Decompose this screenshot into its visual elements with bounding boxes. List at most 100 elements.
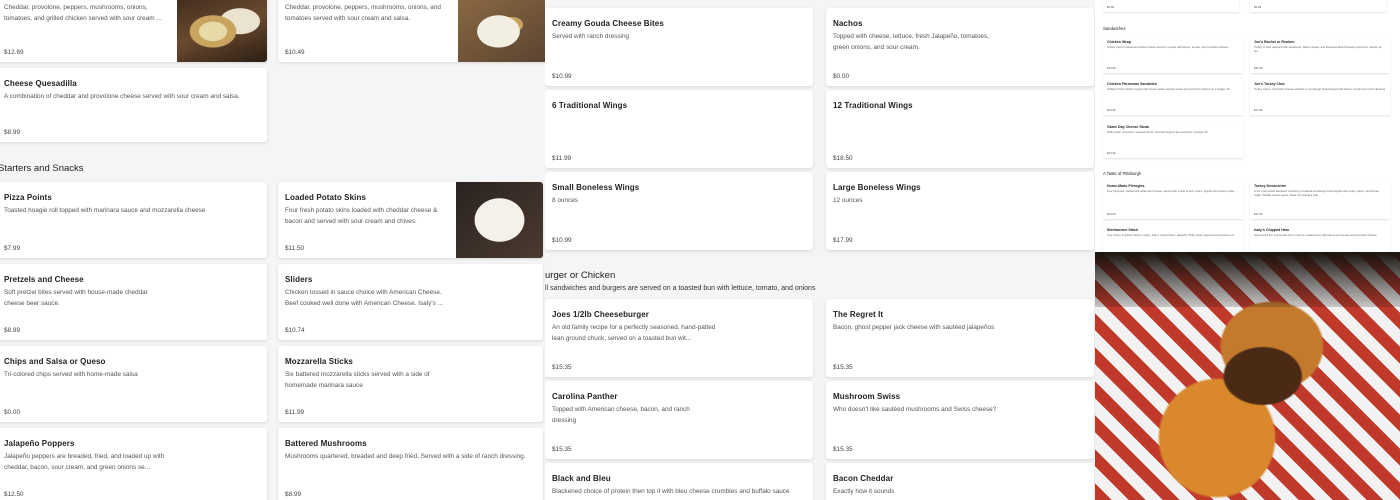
menu-item-card[interactable]: The Regret It Bacon, ghost pepper jack c… xyxy=(826,299,1094,377)
item-title: Small Boneless Wings xyxy=(552,183,640,192)
menu-item-card[interactable]: Creamy Gouda Cheese Bites Served with ra… xyxy=(545,8,813,86)
item-title: Joes 1/2lb Cheeseburger xyxy=(552,310,650,319)
item-photo xyxy=(177,0,267,62)
item-description: Grilled, fried or blackened chicken brea… xyxy=(1107,46,1231,49)
menu-item-card[interactable]: Joe's Turkey Club Turkey, bacon, and Swi… xyxy=(1250,78,1390,115)
item-title: Mushroom Swiss xyxy=(833,392,901,401)
item-title: Nachos xyxy=(833,19,863,28)
menu-item-card[interactable]: Pizza Points Toasted hoagie roll topped … xyxy=(0,182,267,258)
section-title: A Taste of Pittsburgh xyxy=(1103,171,1142,176)
item-title: Pretzels and Cheese xyxy=(4,275,84,284)
menu-item-card[interactable]: Battered Mushrooms Mushrooms quartered, … xyxy=(278,428,543,500)
menu-item-card[interactable]: Cheddar, provolone, peppers, mushrooms, … xyxy=(278,0,545,62)
section-title: Sandwiches xyxy=(1103,26,1126,31)
item-title: Joe's Turkey Club xyxy=(1254,82,1285,86)
item-price: $8.99 xyxy=(4,327,20,334)
menu-item-card[interactable]: Joe's Rachel or Reuben Turkey or beef pa… xyxy=(1250,36,1390,73)
menu-item-card[interactable]: Jalapeño Poppers Jalapeño peppers are br… xyxy=(0,428,267,500)
item-price: $15.35 xyxy=(552,364,572,371)
item-description: Six battered mozzarella sticks served wi… xyxy=(285,371,430,389)
menu-panel-right: $9.99 $9.99 Sandwiches Chicken Wrap Gril… xyxy=(1095,0,1400,500)
item-photo xyxy=(456,182,543,258)
item-price: $0.00 xyxy=(4,409,20,416)
menu-item-card[interactable]: Mushroom Swiss Who doesn't like sautéed … xyxy=(826,381,1094,459)
item-price: $10.99 xyxy=(552,237,572,244)
menu-item-card[interactable]: $9.99 xyxy=(1250,0,1386,12)
item-description: Philly steak, provolone, sautéed onions,… xyxy=(1107,131,1208,134)
menu-item-card[interactable]: Cheese Quesadilla A combination of chedd… xyxy=(0,68,267,142)
menu-item-card[interactable]: Carolina Panther Topped with American ch… xyxy=(545,381,813,459)
menu-item-card[interactable]: 6 Traditional Wings $11.99 xyxy=(545,90,813,168)
item-description: Blackened choice of protein then top it … xyxy=(552,488,790,495)
menu-item-card[interactable]: Large Boneless Wings 12 ounces $17.99 xyxy=(826,172,1094,250)
item-price: $8.99 xyxy=(285,491,301,498)
item-photo xyxy=(458,0,545,62)
section-subtitle: ll sandwiches and burgers are served on … xyxy=(545,285,816,292)
item-title: Isaly's Chipped Ham xyxy=(1254,228,1290,232)
item-description: Toasted hoagie roll topped with marinara… xyxy=(4,207,206,214)
item-price: $14.99 xyxy=(1254,108,1263,112)
item-title: Joe's Rachel or Reuben xyxy=(1254,40,1295,44)
menu-item-card[interactable]: Joes 1/2lb Cheeseburger An old family re… xyxy=(545,299,813,377)
menu-item-card[interactable]: Isaly's Chipped Ham Sliced extra thin an… xyxy=(1250,224,1390,252)
item-title: 6 Traditional Wings xyxy=(552,101,628,110)
item-price: $15.99 xyxy=(1107,151,1116,155)
item-title: Jalapeño Poppers xyxy=(4,439,75,448)
menu-item-card[interactable]: Chicken Wrap Grilled, fried or blackened… xyxy=(1103,36,1243,73)
item-description: Served with ranch dressing xyxy=(552,33,630,40)
item-title: Loaded Potato Skins xyxy=(285,193,367,202)
item-price: $11.99 xyxy=(285,409,305,416)
item-description: Your choice of grilled chicken, turkey, … xyxy=(1107,234,1236,237)
item-description: Jalapeño peppers are breaded, fried, and… xyxy=(4,453,165,471)
menu-item-card[interactable]: Home-Made Pierogies Four pierogies, stuf… xyxy=(1103,180,1243,219)
item-description: Turkey, bacon, and Swiss cheese stacked … xyxy=(1254,88,1386,91)
item-description: Turkey or beef pastrami with sauerkraut,… xyxy=(1254,46,1382,53)
menu-item-card[interactable]: Game Day Cheese Steak Philly steak, prov… xyxy=(1103,121,1243,158)
menu-item-card[interactable]: Mozzarella Sticks Six battered mozzarell… xyxy=(278,346,543,422)
menu-item-card[interactable]: Small Boneless Wings 8 ounces $10.99 xyxy=(545,172,813,250)
item-description: Soft pretzel bites served with house-mad… xyxy=(4,289,148,307)
item-description: 12 ounces xyxy=(833,197,863,204)
menu-item-card[interactable]: Cheddar, provolone, peppers, mushrooms, … xyxy=(0,0,267,62)
menu-item-card[interactable]: Sliders Chicken tossed in sauce choice w… xyxy=(278,264,543,340)
menu-item-card[interactable]: Turkey Devonshire A hot, open-faced sand… xyxy=(1250,180,1390,219)
menu-item-card[interactable]: Chicken Parmesan Sandwich Grilled or fri… xyxy=(1103,78,1243,115)
item-price: $15.35 xyxy=(833,446,853,453)
item-price: $9.99 xyxy=(1107,5,1114,9)
item-title: 12 Traditional Wings xyxy=(833,101,913,110)
item-price: $12.50 xyxy=(4,491,24,498)
menu-item-card[interactable]: Bacon Cheddar Exactly how it sounds xyxy=(826,463,1094,500)
item-price: $11.50 xyxy=(285,245,305,252)
item-title: Home-Made Pierogies xyxy=(1107,184,1145,188)
menu-item-card[interactable]: $9.99 xyxy=(1103,0,1239,12)
menu-item-card[interactable]: Loaded Potato Skins Four fresh potato sk… xyxy=(278,182,543,258)
item-description: Exactly how it sounds xyxy=(833,488,895,495)
menu-item-card[interactable]: 12 Traditional Wings $18.50 xyxy=(826,90,1094,168)
menu-item-card[interactable]: Pretzels and Cheese Soft pretzel bites s… xyxy=(0,264,267,340)
item-description: An old family recipe for a perfectly sea… xyxy=(552,324,716,342)
item-title: Pizza Points xyxy=(4,193,52,202)
item-description: A combination of cheddar and provolone c… xyxy=(4,93,240,100)
item-title: Chicken Wrap xyxy=(1107,40,1131,44)
item-title: Steelworker Stack xyxy=(1107,228,1138,232)
menu-panel-middle: Creamy Gouda Cheese Bites Served with ra… xyxy=(545,0,1095,500)
item-title: Carolina Panther xyxy=(552,392,618,401)
item-description: Four fresh potato skins loaded with ched… xyxy=(285,207,438,225)
item-title: Bacon Cheddar xyxy=(833,474,894,483)
item-price: $7.99 xyxy=(4,245,20,252)
item-title: Chips and Salsa or Queso xyxy=(4,357,106,366)
item-description: Chicken tossed in sauce choice with Amer… xyxy=(285,289,443,307)
item-price: $9.99 xyxy=(1254,5,1261,9)
menu-item-card[interactable]: Black and Bleu Blackened choice of prote… xyxy=(545,463,813,500)
item-title: Creamy Gouda Cheese Bites xyxy=(552,19,664,28)
item-title: Chicken Parmesan Sandwich xyxy=(1107,82,1157,86)
item-title: Game Day Cheese Steak xyxy=(1107,125,1149,129)
menu-panel-left: Cheddar, provolone, peppers, mushrooms, … xyxy=(0,0,545,500)
item-price: $18.50 xyxy=(833,155,853,162)
menu-item-card[interactable]: Nachos Topped with cheese, lettuce, fres… xyxy=(826,8,1094,86)
item-title: Cheese Quesadilla xyxy=(4,79,77,88)
item-price: $14.99 xyxy=(1107,108,1116,112)
menu-item-card[interactable]: Steelworker Stack Your choice of grilled… xyxy=(1103,224,1243,252)
menu-item-card[interactable]: Chips and Salsa or Queso Tri-colored chi… xyxy=(0,346,267,422)
item-description: Bacon, ghost pepper jack cheese with sau… xyxy=(833,324,995,331)
